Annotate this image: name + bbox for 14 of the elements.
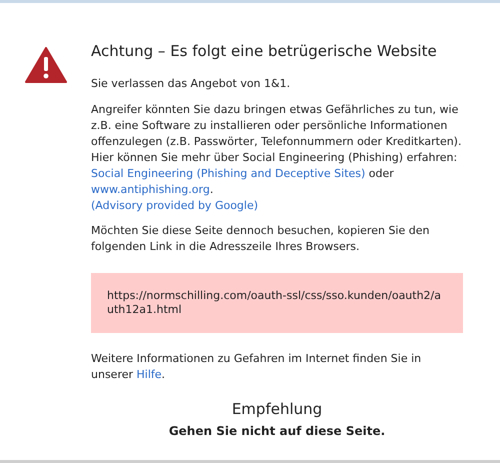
text-link[interactable]: Social Engineering (Phishing bbox=[91, 167, 248, 180]
help-paragraph: Weitere Informationen zu Gefahren im Internet finden Sie in unserer Hilfe. bbox=[91, 351, 422, 383]
copy-hint-text: Möchten Sie diese Seite dennoch besuchen, kopieren Sie den folgenden Link in die Adresszeile Ihres Browsers. bbox=[91, 223, 430, 255]
recommendation-text: Gehen Sie nicht auf diese Seite. bbox=[168, 423, 386, 439]
text-link[interactable]: www.antiphishing.org bbox=[91, 183, 210, 196]
advisory-link[interactable]: (Advisory provided by Google) bbox=[91, 198, 258, 214]
intro-text: Sie verlassen das Angebot von 1&1. bbox=[91, 76, 292, 92]
warning-title: Achtung – Es folgt eine betrügerische Website bbox=[91, 41, 438, 61]
warning-icon bbox=[25, 47, 67, 83]
warning-paragraph: Angreifer könnten Sie dazu bringen etwas Gefährliches zu tun, wie z.B. eine Software zu installieren oder persönliche Informationen offenzulegen (z.B. Passwörter, Telefonnummern oder Kreditkarten). Hier können Sie mehr über Social Engineering (Phishing) erfahren: Social Engineering (Phishing and Deceptive Sites) oder www.antiphishing.org. bbox=[91, 102, 462, 198]
text-link[interactable]: Hilfe bbox=[136, 368, 162, 381]
url-box: https://normschilling.com/oauth-ssl/css/sso.kunden/oauth2/auth12a1.html bbox=[91, 273, 463, 333]
recommendation-heading: Empfehlung bbox=[232, 399, 322, 419]
text-link[interactable]: and Deceptive Sites) bbox=[250, 167, 366, 180]
